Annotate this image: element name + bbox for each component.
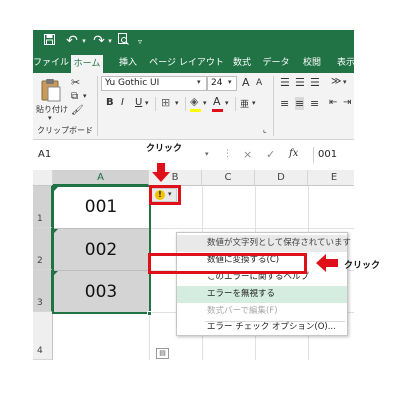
formula-bar-grip-icon[interactable]: ⋮ bbox=[223, 149, 232, 159]
italic-button[interactable]: I bbox=[121, 97, 124, 108]
undo-icon[interactable]: ↶ bbox=[63, 33, 81, 50]
phonetic-dropdown-icon[interactable]: ▾ bbox=[252, 99, 256, 107]
font-color-dropdown-icon[interactable]: ▾ bbox=[225, 99, 229, 107]
group-separator bbox=[97, 76, 98, 136]
row-number: 4 bbox=[37, 346, 43, 356]
clipboard-group-label: クリップボード bbox=[37, 126, 93, 135]
decrease-indent-icon[interactable]: ⇤ bbox=[329, 97, 337, 108]
font-size-dropdown-icon[interactable]: ▾ bbox=[228, 78, 232, 86]
increase-indent-icon[interactable]: ⇥ bbox=[343, 97, 351, 108]
menu-item-error-check-options[interactable]: エラー チェック オプション(O)... bbox=[177, 319, 347, 336]
align-right-icon[interactable]: ≡ bbox=[310, 97, 319, 110]
highlight-error-button bbox=[149, 185, 181, 205]
fill-handle[interactable] bbox=[147, 311, 152, 316]
tab-data[interactable]: データ bbox=[261, 53, 291, 73]
save-icon[interactable] bbox=[41, 33, 57, 50]
font-size-box[interactable]: 24 bbox=[207, 76, 237, 91]
paste-button[interactable]: 貼り付け ▾ bbox=[36, 76, 68, 122]
column-header-e[interactable]: E bbox=[308, 170, 354, 186]
tab-view[interactable]: 表示 bbox=[331, 53, 354, 73]
quick-analysis-icon[interactable]: ▤ bbox=[156, 348, 169, 359]
copy-dropdown-icon[interactable]: ▾ bbox=[83, 92, 87, 100]
font-separator bbox=[155, 97, 156, 111]
font-color-swatch bbox=[212, 109, 223, 112]
align-middle-icon[interactable]: ☰ bbox=[295, 76, 305, 89]
row-number: 1 bbox=[37, 214, 43, 224]
font-separator-3 bbox=[235, 97, 236, 111]
column-header-d[interactable]: D bbox=[255, 170, 308, 186]
formula-bar: A1 ▾ ⋮ × ✓ fx 001 bbox=[33, 140, 354, 170]
align-left-icon[interactable]: ≡ bbox=[280, 97, 289, 110]
grow-font-button[interactable]: A bbox=[242, 76, 250, 89]
group-separator-2 bbox=[273, 76, 274, 136]
row-header-1[interactable]: 1 bbox=[33, 186, 53, 228]
left-arrow-icon bbox=[316, 254, 338, 272]
menu-item-edit-in-formula-bar: 数式バーで編集(F) bbox=[207, 306, 278, 316]
column-header-c[interactable]: C bbox=[202, 170, 255, 186]
column-header-a[interactable]: A bbox=[53, 170, 149, 186]
borders-icon[interactable]: ⊞ bbox=[161, 96, 170, 109]
underline-button[interactable]: U bbox=[135, 97, 142, 108]
tab-review[interactable]: 校閲 bbox=[297, 53, 327, 73]
align-top-icon[interactable]: ☰ bbox=[280, 76, 290, 89]
formula-input[interactable]: 001 bbox=[313, 147, 354, 163]
format-painter-icon[interactable]: 🖌 bbox=[71, 105, 84, 116]
cancel-icon[interactable]: × bbox=[243, 148, 252, 161]
name-box[interactable]: A1 bbox=[35, 147, 211, 163]
font-launcher-icon[interactable]: ⌞ bbox=[263, 125, 267, 134]
tab-file[interactable]: ファイル bbox=[33, 53, 69, 73]
undo-dropdown-icon[interactable]: ▾ bbox=[80, 33, 88, 50]
customize-qat-icon[interactable]: ▿ bbox=[135, 33, 145, 50]
print-preview-icon[interactable] bbox=[116, 33, 130, 50]
row-header-3[interactable]: 3 bbox=[33, 270, 53, 312]
ribbon-tabs: ファイル ホーム 挿入 ページ レイアウト 数式 データ 校閲 表示 bbox=[33, 53, 354, 73]
bold-button[interactable]: B bbox=[106, 97, 114, 108]
fill-color-dropdown-icon[interactable]: ▾ bbox=[203, 99, 207, 107]
excel-window: ↶ ▾ ↷ ▾ ▿ ファイル ホーム 挿入 ページ レイアウト 数式 データ 校… bbox=[33, 30, 354, 360]
select-all-corner[interactable] bbox=[33, 170, 53, 186]
redo-dropdown-icon[interactable]: ▾ bbox=[106, 33, 114, 50]
font-separator-2 bbox=[185, 97, 186, 111]
insert-function-button[interactable]: fx bbox=[289, 148, 298, 159]
shrink-font-button[interactable]: A bbox=[256, 78, 262, 88]
cut-icon[interactable]: ✂ bbox=[71, 76, 80, 89]
align-center-icon[interactable]: ≡ bbox=[295, 97, 305, 110]
tab-page-layout[interactable]: ページ レイアウト bbox=[149, 53, 224, 73]
highlight-ignore-error bbox=[148, 253, 307, 274]
selection-border bbox=[52, 185, 151, 314]
paste-label: 貼り付け bbox=[36, 105, 68, 114]
orientation-icon[interactable]: ≫ bbox=[331, 76, 341, 87]
paste-dropdown-icon[interactable]: ▾ bbox=[48, 114, 52, 122]
phonetic-guide-button[interactable]: 亜 bbox=[240, 97, 249, 110]
tab-insert[interactable]: 挿入 bbox=[113, 53, 143, 73]
error-options-menu: 数値が文字列として保存されています 数値に変換する(C) このエラーに関するヘル… bbox=[176, 232, 351, 336]
menu-item-error-description: 数値が文字列として保存されています bbox=[177, 235, 351, 252]
enter-icon[interactable]: ✓ bbox=[266, 148, 275, 161]
font-color-button[interactable]: A bbox=[213, 95, 221, 108]
row-number: 2 bbox=[37, 256, 43, 266]
name-box-dropdown-icon[interactable]: ▾ bbox=[205, 150, 209, 158]
click-label-top: クリック bbox=[146, 144, 183, 154]
borders-dropdown-icon[interactable]: ▾ bbox=[175, 99, 179, 107]
copy-icon[interactable]: ⧉ bbox=[71, 91, 78, 102]
clipboard-launcher-icon[interactable]: ⌞ bbox=[87, 125, 91, 134]
font-name-box[interactable]: Yu Gothic UI bbox=[101, 76, 207, 91]
align-bottom-icon[interactable]: ☰ bbox=[310, 76, 320, 89]
row-number: 3 bbox=[37, 298, 43, 308]
menu-item-ignore-error[interactable]: エラーを無視する bbox=[177, 286, 347, 303]
click-label-right: クリック bbox=[344, 261, 381, 271]
ribbon-home: 貼り付け ▾ ✂ ⧉ ▾ 🖌 クリップボード ⌞ Yu Gothic UI ▾ … bbox=[33, 73, 354, 140]
clipboard-icon bbox=[41, 79, 61, 102]
title-bar: ↶ ▾ ↷ ▾ ▿ bbox=[33, 30, 354, 53]
fill-color-icon[interactable]: ◈ bbox=[190, 95, 198, 108]
row-header-4[interactable]: 4 bbox=[33, 312, 53, 360]
down-arrow-icon bbox=[152, 163, 170, 182]
font-name-dropdown-icon[interactable]: ▾ bbox=[197, 78, 201, 86]
fill-color-swatch bbox=[190, 109, 201, 112]
tab-home[interactable]: ホーム bbox=[71, 55, 103, 73]
row-header-2[interactable]: 2 bbox=[33, 228, 53, 270]
tab-formulas[interactable]: 数式 bbox=[227, 53, 257, 73]
underline-dropdown-icon[interactable]: ▾ bbox=[145, 99, 149, 107]
orientation-dropdown-icon[interactable]: ▾ bbox=[343, 78, 347, 86]
